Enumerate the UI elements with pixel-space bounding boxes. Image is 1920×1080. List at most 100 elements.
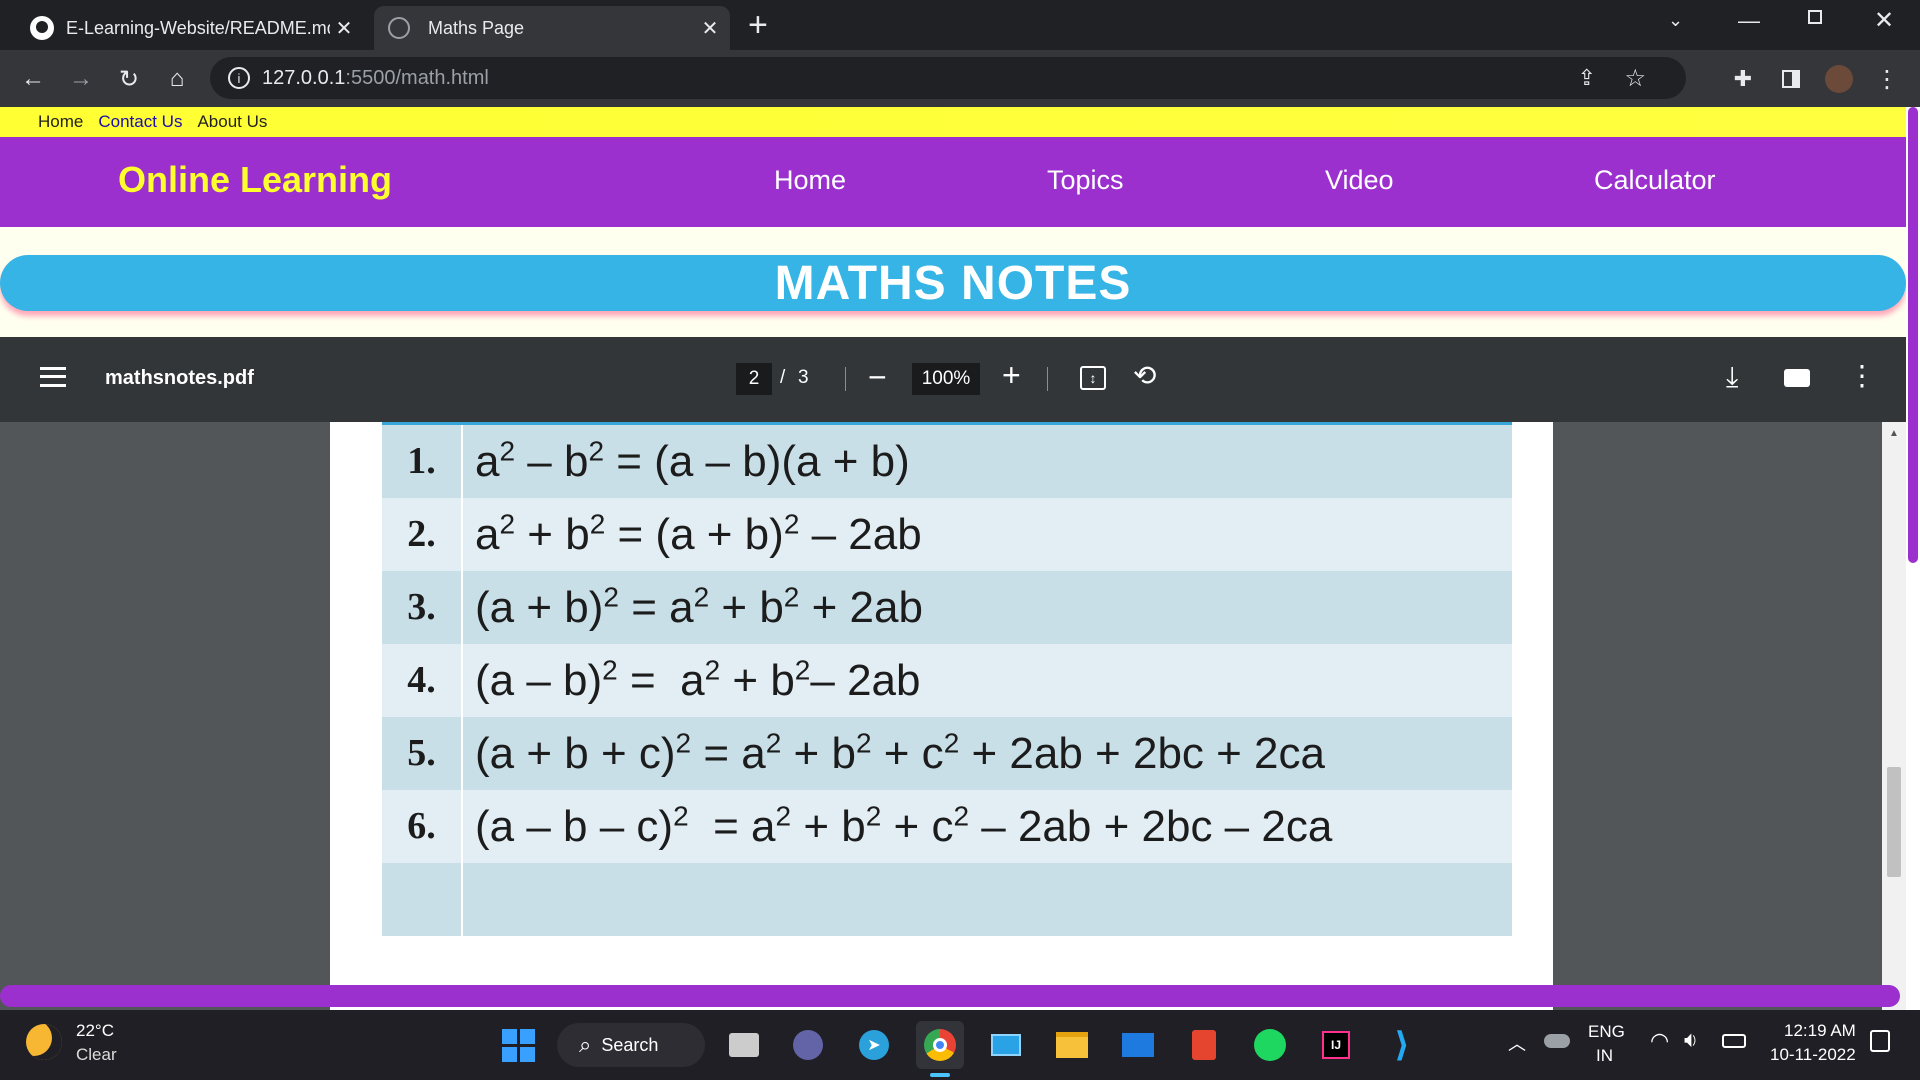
notification-icon[interactable] <box>1870 1030 1890 1052</box>
browser-menu-icon[interactable]: ⋮ <box>1870 62 1904 96</box>
vscode-icon[interactable]: ⟩ <box>1378 1021 1426 1069</box>
chrome-active-indicator <box>930 1073 950 1077</box>
zoom-in-button[interactable]: + <box>1002 357 1021 394</box>
formula-number: 2. <box>382 498 463 571</box>
formula-table: 1. a2 – b2 = (a – b)(a + b) 2. a2 + b2 = (a… <box>382 425 1512 936</box>
top-link-about[interactable]: About Us <box>197 112 267 132</box>
table-row: 1. a2 – b2 = (a – b)(a + b) <box>382 425 1512 498</box>
mail-icon[interactable] <box>1114 1021 1162 1069</box>
pdf-scroll-thumb[interactable] <box>1887 767 1901 877</box>
site-navbar: Online Learning Home Topics Video Calcul… <box>0 137 1906 227</box>
pdf-page: 1. a2 – b2 = (a – b)(a + b) 2. a2 + b2 = (a… <box>330 422 1553 1010</box>
side-panel-icon[interactable] <box>1774 62 1808 96</box>
teams-chat-icon[interactable] <box>784 1021 832 1069</box>
browser-toolbar: ← → ↻ ⌂ i 127.0.0.1 :5500/math.html ⇪ ☆ … <box>0 50 1920 107</box>
nav-home[interactable]: Home <box>774 165 846 196</box>
volume-icon[interactable]: 🔉︎ <box>1684 1027 1698 1053</box>
taskbar-search[interactable]: ⌕ Search <box>557 1023 705 1067</box>
formula-text: (a + b + c)2 = a2 + b2 + c2 + 2ab + 2bc … <box>462 717 1512 790</box>
task-view-icon[interactable] <box>720 1021 768 1069</box>
zoom-level-input[interactable]: 100% <box>912 363 980 395</box>
new-tab-button[interactable]: + <box>748 6 768 45</box>
intellij-icon[interactable]: IJ <box>1312 1021 1360 1069</box>
page-horizontal-scrollbar[interactable] <box>0 985 1900 1007</box>
page-total: 3 <box>798 367 809 388</box>
url-host: 127.0.0.1 <box>262 66 346 89</box>
table-row: 4. (a – b)2 = a2 + b2– 2ab <box>382 644 1512 717</box>
github-icon <box>30 16 54 40</box>
home-icon[interactable]: ⌂ <box>160 62 194 96</box>
show-hidden-icons-chevron[interactable]: ︿ <box>1508 1030 1526 1056</box>
url-path: :5500/math.html <box>345 66 489 89</box>
bookmark-star-icon[interactable]: ☆ <box>1624 64 1646 93</box>
pdf-toolbar: mathsnotes.pdf 2 / 3 − 100% + ↕ ⟲ ⤓ ⋮ <box>0 337 1906 422</box>
close-tab-icon[interactable]: ✕ <box>696 14 724 42</box>
battery-icon[interactable] <box>1722 1034 1746 1048</box>
site-info-icon[interactable]: i <box>228 67 250 89</box>
weather-desc[interactable]: Clear <box>76 1045 117 1065</box>
back-arrow-icon[interactable]: ← <box>16 62 50 96</box>
print-icon[interactable] <box>1784 369 1810 387</box>
language-code[interactable]: ENG <box>1588 1022 1625 1042</box>
nav-topics[interactable]: Topics <box>1047 165 1124 196</box>
page-separator: / <box>780 367 786 388</box>
top-link-home[interactable]: Home <box>38 112 83 132</box>
forward-arrow-icon[interactable]: → <box>64 62 98 96</box>
reload-icon[interactable]: ↻ <box>112 62 146 96</box>
table-row: 6. (a – b – c)2 = a2 + b2 + c2 – 2ab + 2b… <box>382 790 1512 863</box>
office-icon[interactable] <box>1180 1021 1228 1069</box>
onedrive-icon[interactable] <box>1544 1034 1570 1048</box>
weather-temp[interactable]: 22°C <box>76 1021 114 1041</box>
browser-tab-bar: E-Learning-Website/README.md ✕ Maths Pag… <box>0 0 1920 50</box>
tab-search-chevron-icon[interactable]: ⌄ <box>1668 10 1683 31</box>
zoom-out-button[interactable]: − <box>868 359 887 396</box>
page-vertical-scrollbar[interactable] <box>1906 107 1920 1010</box>
clock-date[interactable]: 10-11-2022 <box>1770 1045 1856 1065</box>
formula-number: 6. <box>382 790 463 863</box>
table-row: 3. (a + b)2 = a2 + b2 + 2ab <box>382 571 1512 644</box>
desktop-icon[interactable] <box>982 1021 1030 1069</box>
clock-time[interactable]: 12:19 AM <box>1784 1021 1856 1041</box>
empty-cell <box>462 863 1512 936</box>
tab-maths-page[interactable]: Maths Page ✕ <box>374 6 730 50</box>
page-banner: MATHS NOTES <box>0 255 1906 311</box>
nav-video[interactable]: Video <box>1325 165 1394 196</box>
globe-icon <box>388 17 410 39</box>
address-bar[interactable]: i 127.0.0.1 :5500/math.html ⇪ ☆ <box>210 57 1686 99</box>
pdf-menu-icon[interactable] <box>40 367 66 387</box>
chrome-icon[interactable] <box>916 1021 964 1069</box>
moon-weather-icon <box>26 1024 62 1060</box>
extensions-icon[interactable]: ✚ <box>1726 62 1760 96</box>
download-icon[interactable]: ⤓ <box>1726 361 1738 394</box>
region-code[interactable]: IN <box>1596 1046 1613 1066</box>
scroll-up-arrow[interactable]: ▲ <box>1889 428 1899 439</box>
page-scroll-thumb[interactable] <box>1908 107 1918 563</box>
share-icon[interactable]: ⇪ <box>1578 65 1596 91</box>
table-row: 5. (a + b + c)2 = a2 + b2 + c2 + 2ab + 2b… <box>382 717 1512 790</box>
restore-button[interactable] <box>1808 10 1822 24</box>
top-link-bar: Home Contact Us About Us <box>0 107 1906 137</box>
fit-page-icon[interactable]: ↕ <box>1080 366 1106 390</box>
pdf-more-icon[interactable]: ⋮ <box>1848 359 1876 392</box>
tab-readme[interactable]: E-Learning-Website/README.md ✕ <box>18 6 358 50</box>
formula-number: 1. <box>382 425 463 498</box>
profile-avatar[interactable] <box>1822 62 1856 96</box>
telegram-icon[interactable]: ➤ <box>850 1021 898 1069</box>
rotate-icon[interactable]: ⟲ <box>1133 359 1156 392</box>
close-window-button[interactable]: ✕ <box>1874 6 1894 35</box>
site-brand[interactable]: Online Learning <box>118 159 392 201</box>
spotify-icon[interactable] <box>1246 1021 1294 1069</box>
table-row: 2. a2 + b2 = (a + b)2 – 2ab <box>382 498 1512 571</box>
close-tab-icon[interactable]: ✕ <box>330 14 358 42</box>
formula-text: a2 – b2 = (a – b)(a + b) <box>462 425 1512 498</box>
windows-taskbar: 22°C Clear ⌕ Search ➤ IJ ⟩ ︿ ENG IN ◠ 🔉︎… <box>0 1010 1920 1080</box>
page-number-input[interactable]: 2 <box>736 363 772 395</box>
nav-calculator[interactable]: Calculator <box>1594 165 1716 196</box>
wifi-icon[interactable]: ◠ <box>1650 1028 1669 1054</box>
file-explorer-icon[interactable] <box>1048 1021 1096 1069</box>
windows-start-icon[interactable] <box>494 1021 542 1069</box>
minimize-button[interactable]: — <box>1738 8 1760 34</box>
top-link-contact[interactable]: Contact Us <box>98 112 182 132</box>
tab-title: Maths Page <box>428 17 525 38</box>
formula-number: 4. <box>382 644 463 717</box>
